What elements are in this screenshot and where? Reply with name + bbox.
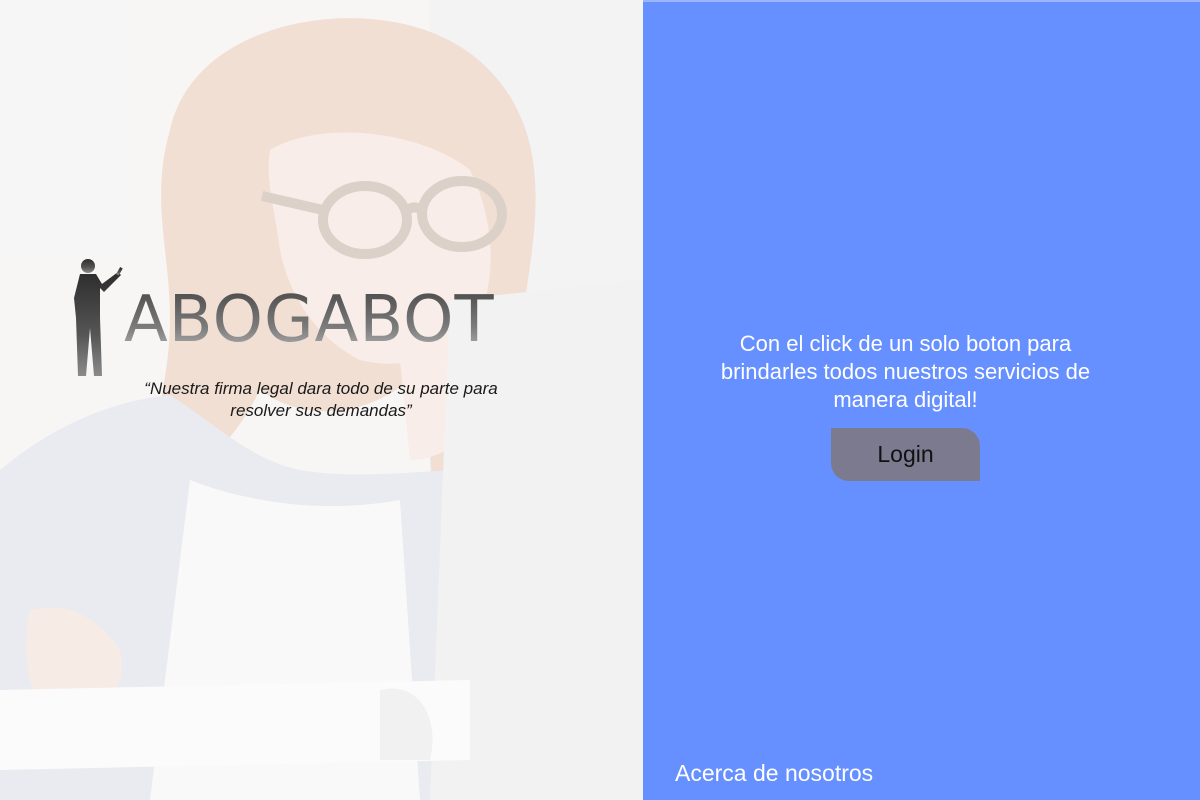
panel-message: Con el click de un solo boton para brind… (720, 331, 1091, 412)
hero-section: ABOGABOT “Nuestra firma legal dara todo … (0, 0, 643, 800)
presenter-silhouette-icon (74, 259, 123, 376)
brand-name: ABOGABOT (124, 283, 495, 357)
login-panel: Con el click de un solo boton para brind… (643, 0, 1200, 800)
login-button[interactable]: Login (831, 428, 980, 481)
brand-block: ABOGABOT “Nuestra firma legal dara todo … (66, 258, 536, 438)
brand-slogan: “Nuestra firma legal dara todo de su par… (144, 379, 498, 420)
about-us-link[interactable]: Acerca de nosotros (675, 760, 873, 787)
